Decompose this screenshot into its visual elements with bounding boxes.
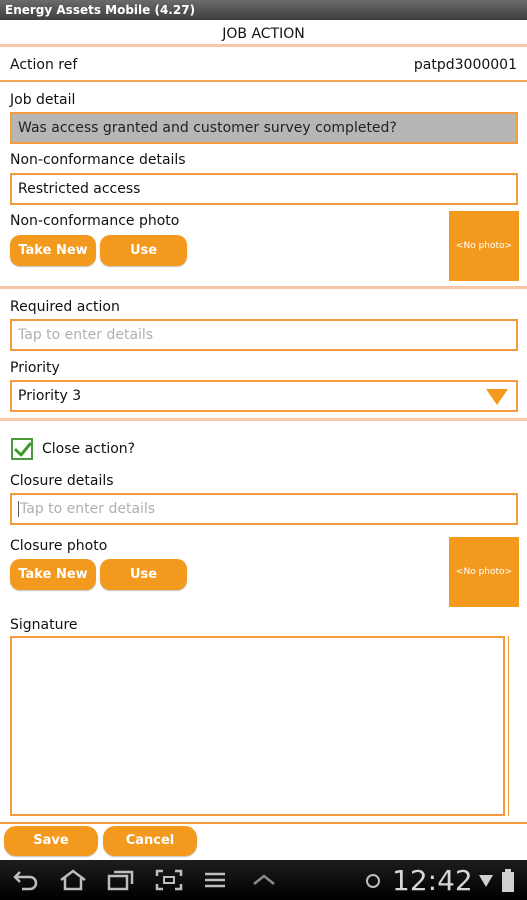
closure-photo-thumbnail[interactable]: <No photo> <box>449 537 519 607</box>
action-ref-label: Action ref <box>10 57 78 73</box>
checkmark-icon <box>14 442 32 457</box>
system-nav-bar: 12:42 <box>0 860 527 900</box>
job-detail-field: Was access granted and customer survey c… <box>10 112 518 144</box>
closure-details-placeholder: Tap to enter details <box>20 501 156 517</box>
closure-take-new-button[interactable]: Take New <box>10 559 96 590</box>
close-action-label: Close action? <box>42 441 136 457</box>
priority-label: Priority <box>10 360 60 376</box>
app-title-bar: Energy Assets Mobile (4.27) <box>0 0 527 20</box>
text-cursor <box>18 501 19 517</box>
nc-photo-label: Non-conformance photo <box>10 213 180 229</box>
closure-details-label: Closure details <box>10 473 114 489</box>
recent-apps-icon[interactable] <box>106 868 136 892</box>
nc-photo-thumbnail[interactable]: <No photo> <box>449 211 519 281</box>
back-icon[interactable] <box>12 868 40 892</box>
nonconformance-field[interactable]: Restricted access <box>10 173 518 205</box>
scrollbar[interactable] <box>508 636 519 816</box>
job-detail-label: Job detail <box>10 92 76 108</box>
closure-details-field[interactable]: Tap to enter details <box>10 493 518 525</box>
action-bar: Save Cancel <box>0 822 527 860</box>
nonconformance-value: Restricted access <box>18 181 141 197</box>
required-action-label: Required action <box>10 299 120 315</box>
signature-label: Signature <box>10 617 78 633</box>
wifi-icon <box>479 875 493 887</box>
save-button[interactable]: Save <box>4 826 98 856</box>
required-action-field[interactable]: Tap to enter details <box>10 319 518 351</box>
nonconformance-label: Non-conformance details <box>10 152 186 168</box>
job-detail-value: Was access granted and customer survey c… <box>18 120 397 136</box>
battery-icon <box>502 869 514 892</box>
divider <box>0 80 527 82</box>
gps-icon <box>366 874 380 888</box>
divider <box>0 418 527 421</box>
priority-value: Priority 3 <box>18 388 82 404</box>
nc-use-existing-button[interactable]: Use Existing <box>100 235 187 289</box>
required-action-placeholder: Tap to enter details <box>18 327 154 343</box>
dropdown-arrow-icon <box>486 389 508 405</box>
nc-take-new-button[interactable]: Take New <box>10 235 96 266</box>
action-ref-value: patpd3000001 <box>413 57 517 73</box>
chevron-up-icon[interactable] <box>250 868 278 892</box>
divider <box>0 44 527 47</box>
close-action-checkbox[interactable] <box>11 438 33 460</box>
menu-icon[interactable] <box>202 868 228 892</box>
screenshot-icon[interactable] <box>154 868 184 892</box>
priority-select[interactable]: Priority 3 <box>10 380 518 412</box>
cancel-button[interactable]: Cancel <box>103 826 197 856</box>
home-icon[interactable] <box>58 868 88 892</box>
signature-pad[interactable] <box>10 636 505 816</box>
closure-photo-label: Closure photo <box>10 538 108 554</box>
divider <box>0 286 527 289</box>
app-title: Energy Assets Mobile (4.27) <box>5 3 196 17</box>
closure-use-existing-button[interactable]: Use Existing <box>100 559 187 613</box>
page-title: JOB ACTION <box>222 26 305 42</box>
clock: 12:42 <box>392 864 473 897</box>
